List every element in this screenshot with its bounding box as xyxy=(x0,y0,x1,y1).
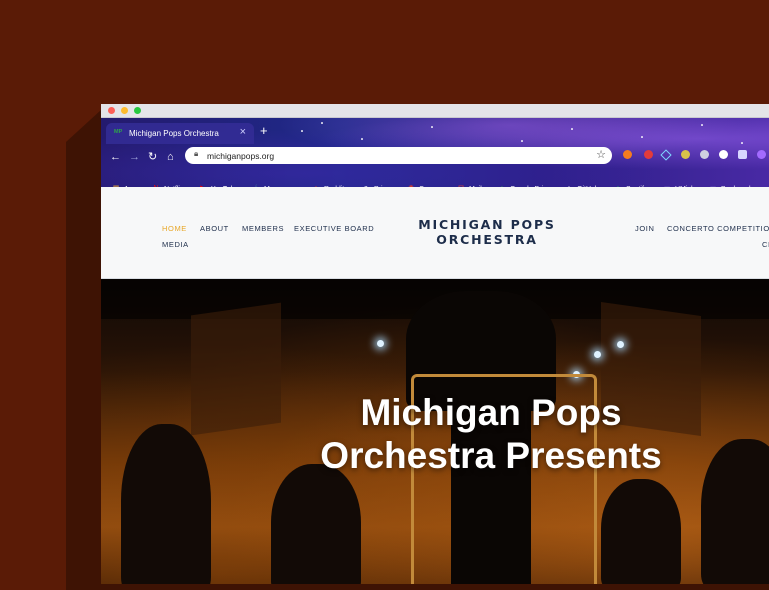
musician-silhouette xyxy=(121,424,211,584)
musician-silhouette xyxy=(271,464,361,584)
lock-icon: 🔒︎ xyxy=(194,149,199,158)
forward-arrow-icon[interactable]: → xyxy=(129,151,140,163)
musician-silhouette xyxy=(701,439,769,584)
hero-title: Michigan Pops Orchestra Presents xyxy=(281,391,701,477)
extension-circle-icon[interactable] xyxy=(681,150,690,159)
nav-about[interactable]: ABOUT xyxy=(200,224,229,233)
nav-truncated-item[interactable]: CI xyxy=(762,240,769,249)
extension-record-icon[interactable] xyxy=(719,150,728,159)
stage-light xyxy=(377,340,384,347)
browser-tab[interactable]: MP Michigan Pops Orchestra × xyxy=(106,123,254,144)
stage-light xyxy=(594,351,601,358)
maximize-window-button[interactable] xyxy=(134,107,141,114)
new-tab-icon[interactable]: + xyxy=(260,124,268,137)
site-logo[interactable]: MICHIGAN POPS ORCHESTRA xyxy=(401,217,573,247)
address-url: michiganpops.org xyxy=(207,150,275,161)
minimize-window-button[interactable] xyxy=(121,107,128,114)
extension-pin-icon[interactable] xyxy=(738,150,747,159)
window-titlebar xyxy=(101,104,769,118)
extension-chat-icon[interactable] xyxy=(700,150,709,159)
close-window-button[interactable] xyxy=(108,107,115,114)
extension-flame-icon[interactable] xyxy=(623,150,632,159)
browser-chrome: MP Michigan Pops Orchestra × + ← → ↻ ⌂ 🔒… xyxy=(101,118,769,193)
logo-line-2: ORCHESTRA xyxy=(436,232,538,247)
back-arrow-icon[interactable]: ← xyxy=(110,151,121,163)
extension-triangle-icon[interactable] xyxy=(660,149,672,161)
home-icon[interactable]: ⌂ xyxy=(167,151,174,163)
hero-banner: Michigan Pops Orchestra Presents xyxy=(101,279,769,584)
hero-title-line-1: Michigan Pops xyxy=(360,392,622,433)
extension-badge-icon[interactable] xyxy=(644,150,653,159)
nav-executive-board[interactable]: EXECUTIVE BOARD xyxy=(294,224,374,233)
reload-icon[interactable]: ↻ xyxy=(148,151,157,163)
tab-close-icon[interactable]: × xyxy=(240,127,246,138)
nav-media[interactable]: MEDIA xyxy=(162,240,189,249)
nav-members[interactable]: MEMBERS xyxy=(242,224,284,233)
nav-concerto-competition[interactable]: CONCERTO COMPETITION xyxy=(667,224,769,233)
nav-home[interactable]: HOME xyxy=(162,224,187,233)
browser-window: MP Michigan Pops Orchestra × + ← → ↻ ⌂ 🔒… xyxy=(101,104,769,584)
bookmark-star-icon[interactable]: ☆ xyxy=(596,148,606,161)
tab-favicon-icon: MP xyxy=(114,129,123,135)
extension-gear-icon[interactable] xyxy=(757,150,766,159)
musician-silhouette xyxy=(601,479,681,584)
site-header: HOME ABOUT MEMBERS EXECUTIVE BOARD MEDIA… xyxy=(101,187,769,279)
acoustic-panel-left xyxy=(191,302,281,436)
tab-title: Michigan Pops Orchestra xyxy=(129,129,219,138)
address-bar[interactable]: 🔒︎ michiganpops.org ☆ xyxy=(185,147,612,164)
hero-title-line-2: Orchestra Presents xyxy=(320,435,662,476)
nav-join[interactable]: JOIN xyxy=(635,224,654,233)
logo-line-1: MICHIGAN POPS xyxy=(418,217,556,232)
stage-light xyxy=(617,341,624,348)
